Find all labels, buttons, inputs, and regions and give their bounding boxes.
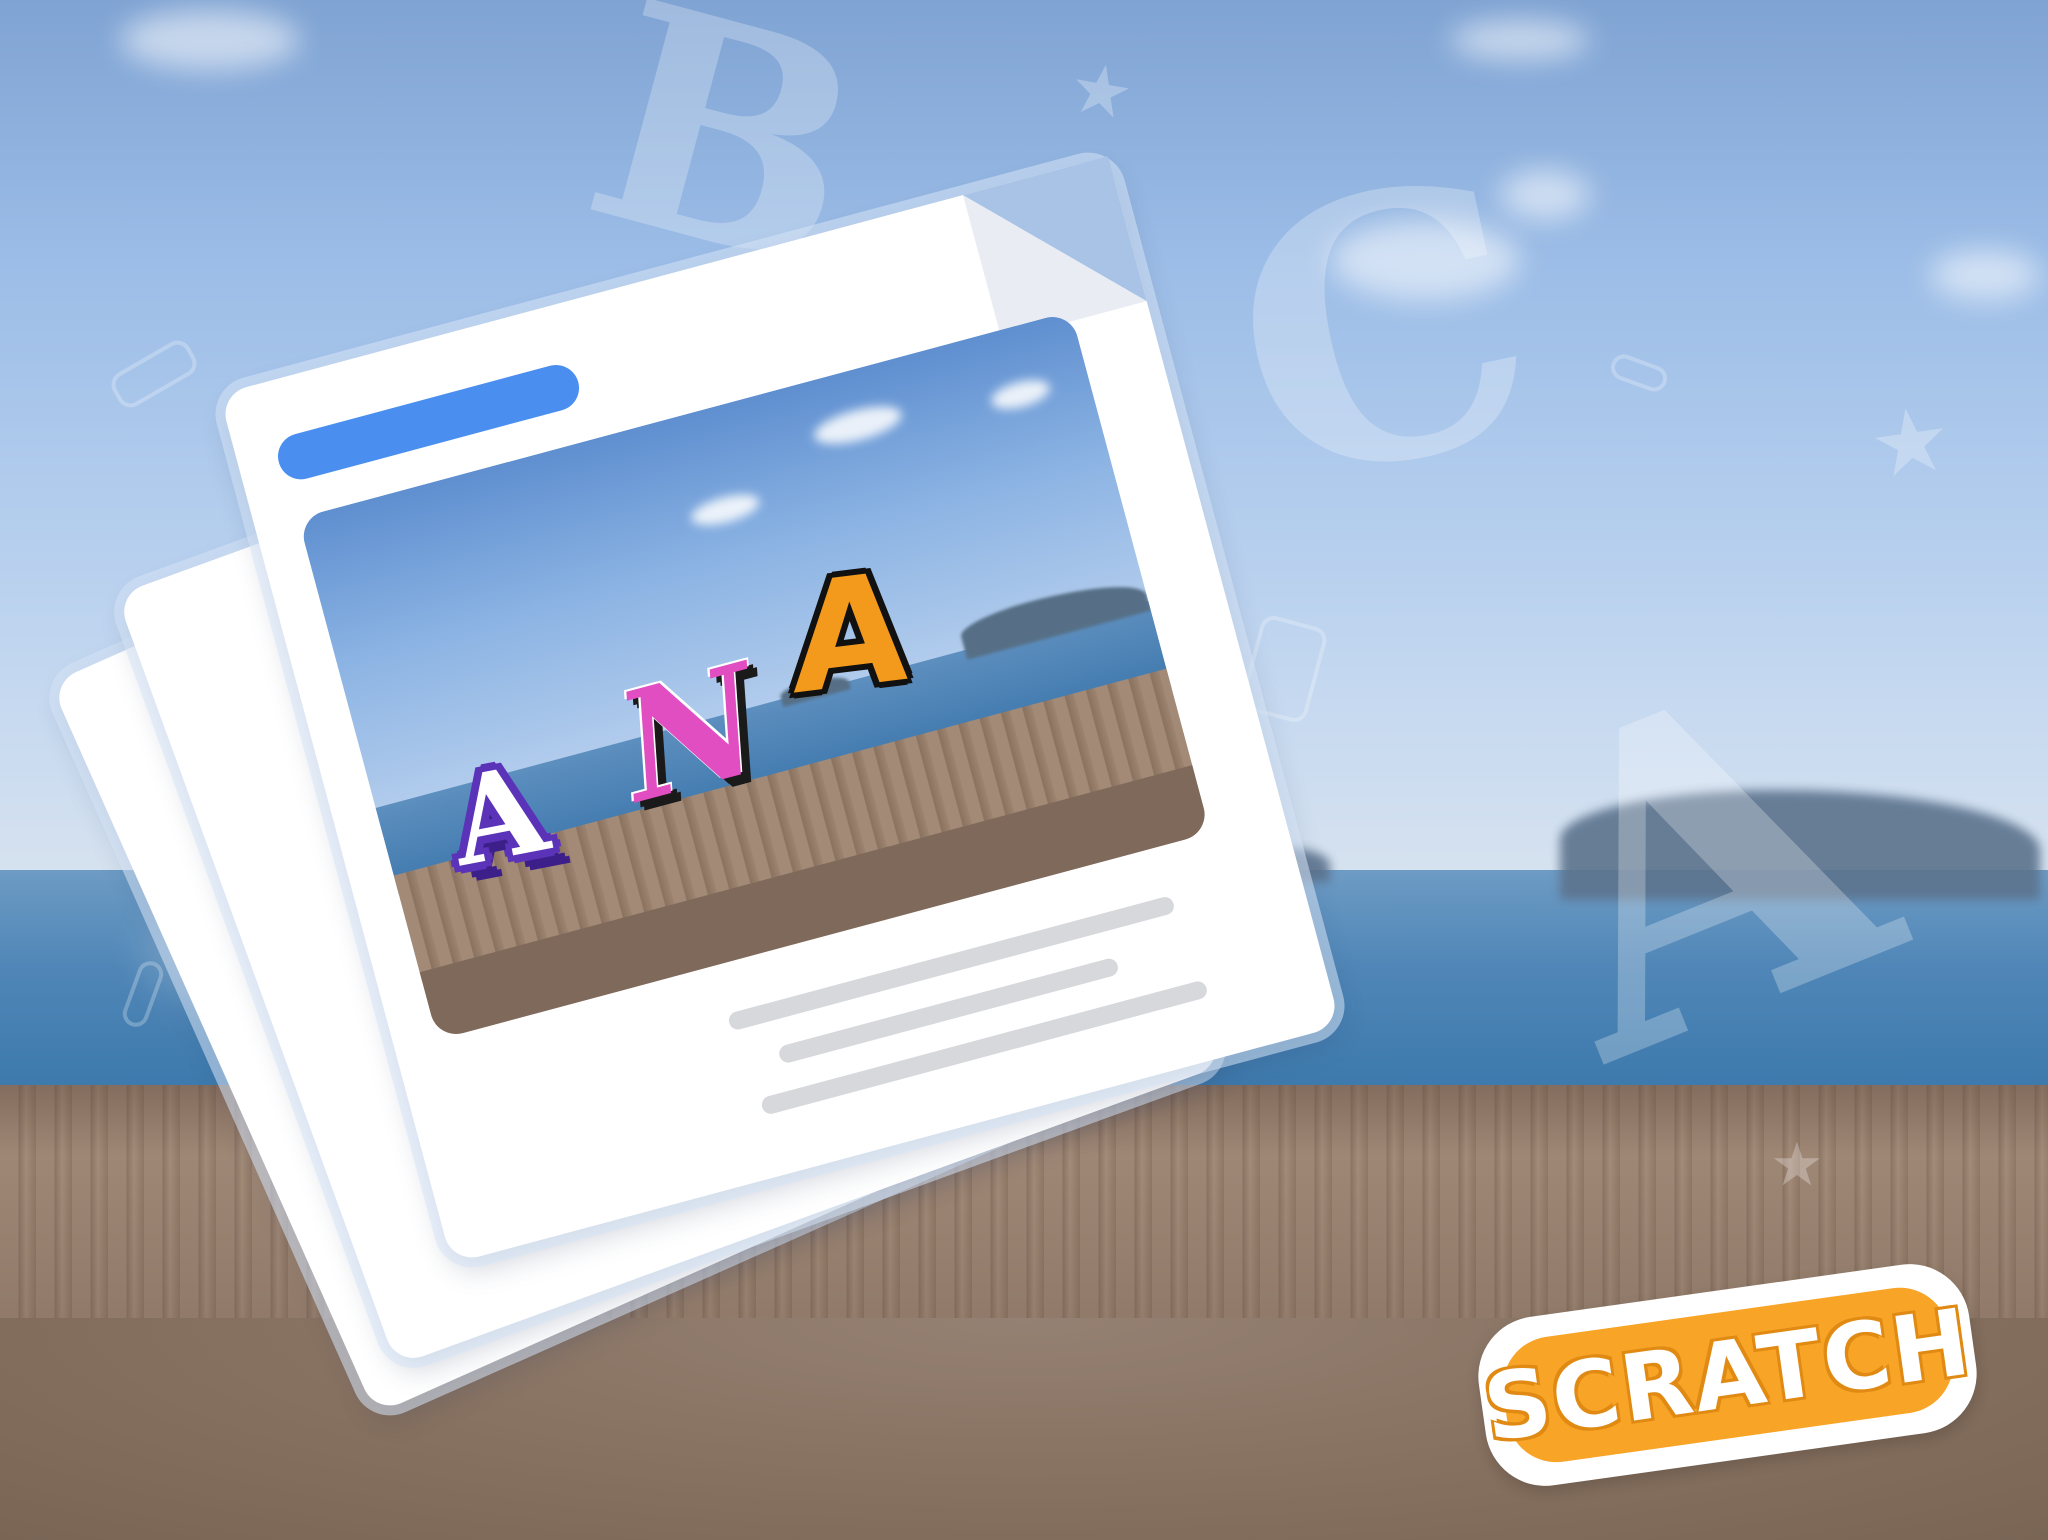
doodle-star-icon: ★ — [1770, 1130, 1824, 1200]
cloud — [1500, 170, 1590, 220]
scratch-logo-text: SCRATCH — [1477, 1287, 1978, 1463]
scene: B C A ★ ★ ★ A N A SCRATCH — [0, 0, 2048, 1540]
cloud — [120, 10, 300, 70]
doodle-star-icon: ★ — [1863, 384, 1958, 501]
letter-a-orange: A — [790, 539, 909, 729]
cloud — [1450, 20, 1590, 60]
cloud — [1930, 250, 2040, 300]
